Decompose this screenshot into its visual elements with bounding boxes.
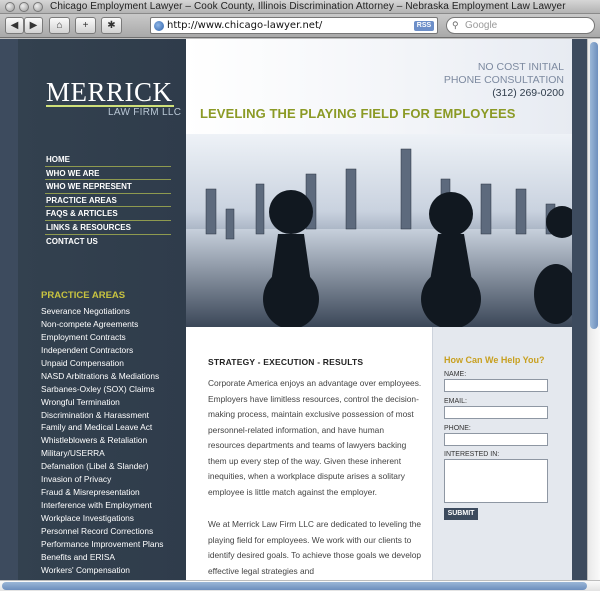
home-icon: ⌂ <box>56 20 63 31</box>
consultation-line-2: PHONE CONSULTATION <box>443 74 564 86</box>
phone-label: PHONE: <box>444 425 471 432</box>
page-header: NO COST INITIAL PHONE CONSULTATION (312)… <box>186 39 572 134</box>
forward-button[interactable]: ▶ <box>24 17 43 34</box>
horizontal-scroll-thumb[interactable] <box>2 582 587 590</box>
back-arrow-icon: ◀ <box>10 20 19 31</box>
mission-paragraph: We at Merrick Law Firm LLC are dedicated… <box>208 519 422 576</box>
tagline: LEVELING THE PLAYING FIELD FOR EMPLOYEES <box>200 106 516 121</box>
search-field[interactable]: ⚲ Google <box>446 17 595 34</box>
nav-home[interactable]: HOME <box>45 153 171 167</box>
browser-toolbar: ◀ ▶ ⌂ + ✱ http://www.chicago-lawyer.net/… <box>0 14 600 38</box>
practice-link[interactable]: Military/USERRA <box>41 447 163 460</box>
logo-name[interactable]: MERRICK <box>46 77 173 108</box>
interest-label: INTERESTED IN: <box>444 451 500 458</box>
nav-links-resources[interactable]: LINKS & RESOURCES <box>45 221 171 235</box>
web-viewport: MERRICK LAW FIRM LLC HOME WHO WE ARE WHO… <box>0 39 600 580</box>
globe-icon <box>154 21 164 31</box>
vertical-scroll-thumb[interactable] <box>590 42 598 329</box>
practice-link[interactable]: Performance Improvement Plans <box>41 538 163 551</box>
submit-button[interactable]: SUBMIT <box>444 508 478 520</box>
practice-link[interactable]: NASD Arbitrations & Mediations <box>41 370 163 383</box>
logo-subtitle: LAW FIRM LLC <box>108 107 182 118</box>
address-bar[interactable]: http://www.chicago-lawyer.net/ RSS <box>150 17 438 34</box>
search-placeholder: Google <box>465 20 498 31</box>
email-field[interactable] <box>444 406 548 419</box>
plus-icon: + <box>82 20 89 31</box>
consultation-line-1: NO COST INITIAL <box>477 61 564 73</box>
practice-link[interactable]: Family and Medical Leave Act <box>41 421 163 434</box>
content-area: NO COST INITIAL PHONE CONSULTATION (312)… <box>186 39 572 580</box>
section-heading: STRATEGY - EXECUTION - RESULTS <box>208 357 364 367</box>
window-titlebar: Chicago Employment Lawyer – Cook County,… <box>0 0 600 14</box>
vertical-scrollbar[interactable] <box>587 39 600 580</box>
window-title: Chicago Employment Lawyer – Cook County,… <box>50 1 566 12</box>
nav-faqs-articles[interactable]: FAQS & ARTICLES <box>45 207 171 221</box>
practice-link[interactable]: Discrimination & Harassment <box>41 409 163 422</box>
practice-link[interactable]: Independent Contractors <box>41 344 163 357</box>
practice-link[interactable]: Wrongful Termination <box>41 396 163 409</box>
sidebar: MERRICK LAW FIRM LLC HOME WHO WE ARE WHO… <box>18 39 186 580</box>
intro-paragraph: Corporate America enjoys an advantage ov… <box>208 378 422 497</box>
practice-link[interactable]: Sarbanes-Oxley (SOX) Claims <box>41 383 163 396</box>
practice-link[interactable]: Personnel Record Corrections <box>41 525 163 538</box>
search-icon: ⚲ <box>452 20 459 30</box>
nav-practice-areas[interactable]: PRACTICE AREAS <box>45 194 171 208</box>
back-button[interactable]: ◀ <box>5 17 24 34</box>
contact-form-panel: How Can We Help You? NAME: EMAIL: PHONE:… <box>432 327 572 580</box>
practice-link[interactable]: Severance Negotiations <box>41 305 163 318</box>
practice-link[interactable]: Invasion of Privacy <box>41 473 163 486</box>
help-title: How Can We Help You? <box>444 355 545 365</box>
horizontal-scrollbar[interactable] <box>0 580 600 591</box>
practice-link[interactable]: Unpaid Compensation <box>41 357 163 370</box>
web-page: MERRICK LAW FIRM LLC HOME WHO WE ARE WHO… <box>18 39 574 580</box>
nav-who-we-represent[interactable]: WHO WE REPRESENT <box>45 180 171 194</box>
nav-who-we-are[interactable]: WHO WE ARE <box>45 167 171 181</box>
practice-link[interactable]: Employment Contracts <box>41 331 163 344</box>
practice-link[interactable]: Interference with Employment <box>41 499 163 512</box>
practice-link[interactable]: Whistleblowers & Retaliation <box>41 434 163 447</box>
main-nav: HOME WHO WE ARE WHO WE REPRESENT PRACTIC… <box>45 153 171 248</box>
practice-link[interactable]: Non-compete Agreements <box>41 318 163 331</box>
practice-areas-list: Severance Negotiations Non-compete Agree… <box>41 305 163 577</box>
chess-pieces-illustration <box>186 148 572 327</box>
bug-icon: ✱ <box>107 20 116 31</box>
interest-textarea[interactable] <box>444 459 548 503</box>
nav-contact-us[interactable]: CONTACT US <box>45 235 171 249</box>
practice-link[interactable]: Benefits and ERISA <box>41 551 163 564</box>
practice-link[interactable]: Workers' Compensation <box>41 564 163 577</box>
add-bookmark-button[interactable]: + <box>75 17 96 34</box>
bug-button[interactable]: ✱ <box>101 17 122 34</box>
rss-button[interactable]: RSS <box>414 21 434 31</box>
address-text[interactable]: http://www.chicago-lawyer.net/ <box>167 20 322 31</box>
name-label: NAME: <box>444 371 467 378</box>
main-column: STRATEGY - EXECUTION - RESULTS Corporate… <box>186 327 432 580</box>
email-label: EMAIL: <box>444 398 467 405</box>
hero-chess-image <box>186 134 572 327</box>
practice-link[interactable]: Fraud & Misrepresentation <box>41 486 163 499</box>
practice-areas-title: PRACTICE AREAS <box>41 290 126 301</box>
phone-number: (312) 269-0200 <box>492 87 564 99</box>
name-field[interactable] <box>444 379 548 392</box>
minimize-window-icon[interactable] <box>19 2 29 12</box>
forward-arrow-icon: ▶ <box>29 20 38 31</box>
home-button[interactable]: ⌂ <box>49 17 70 34</box>
practice-link[interactable]: Workplace Investigations <box>41 512 163 525</box>
phone-field[interactable] <box>444 433 548 446</box>
practice-link[interactable]: Defamation (Libel & Slander) <box>41 460 163 473</box>
close-window-icon[interactable] <box>5 2 15 12</box>
zoom-window-icon[interactable] <box>33 2 43 12</box>
